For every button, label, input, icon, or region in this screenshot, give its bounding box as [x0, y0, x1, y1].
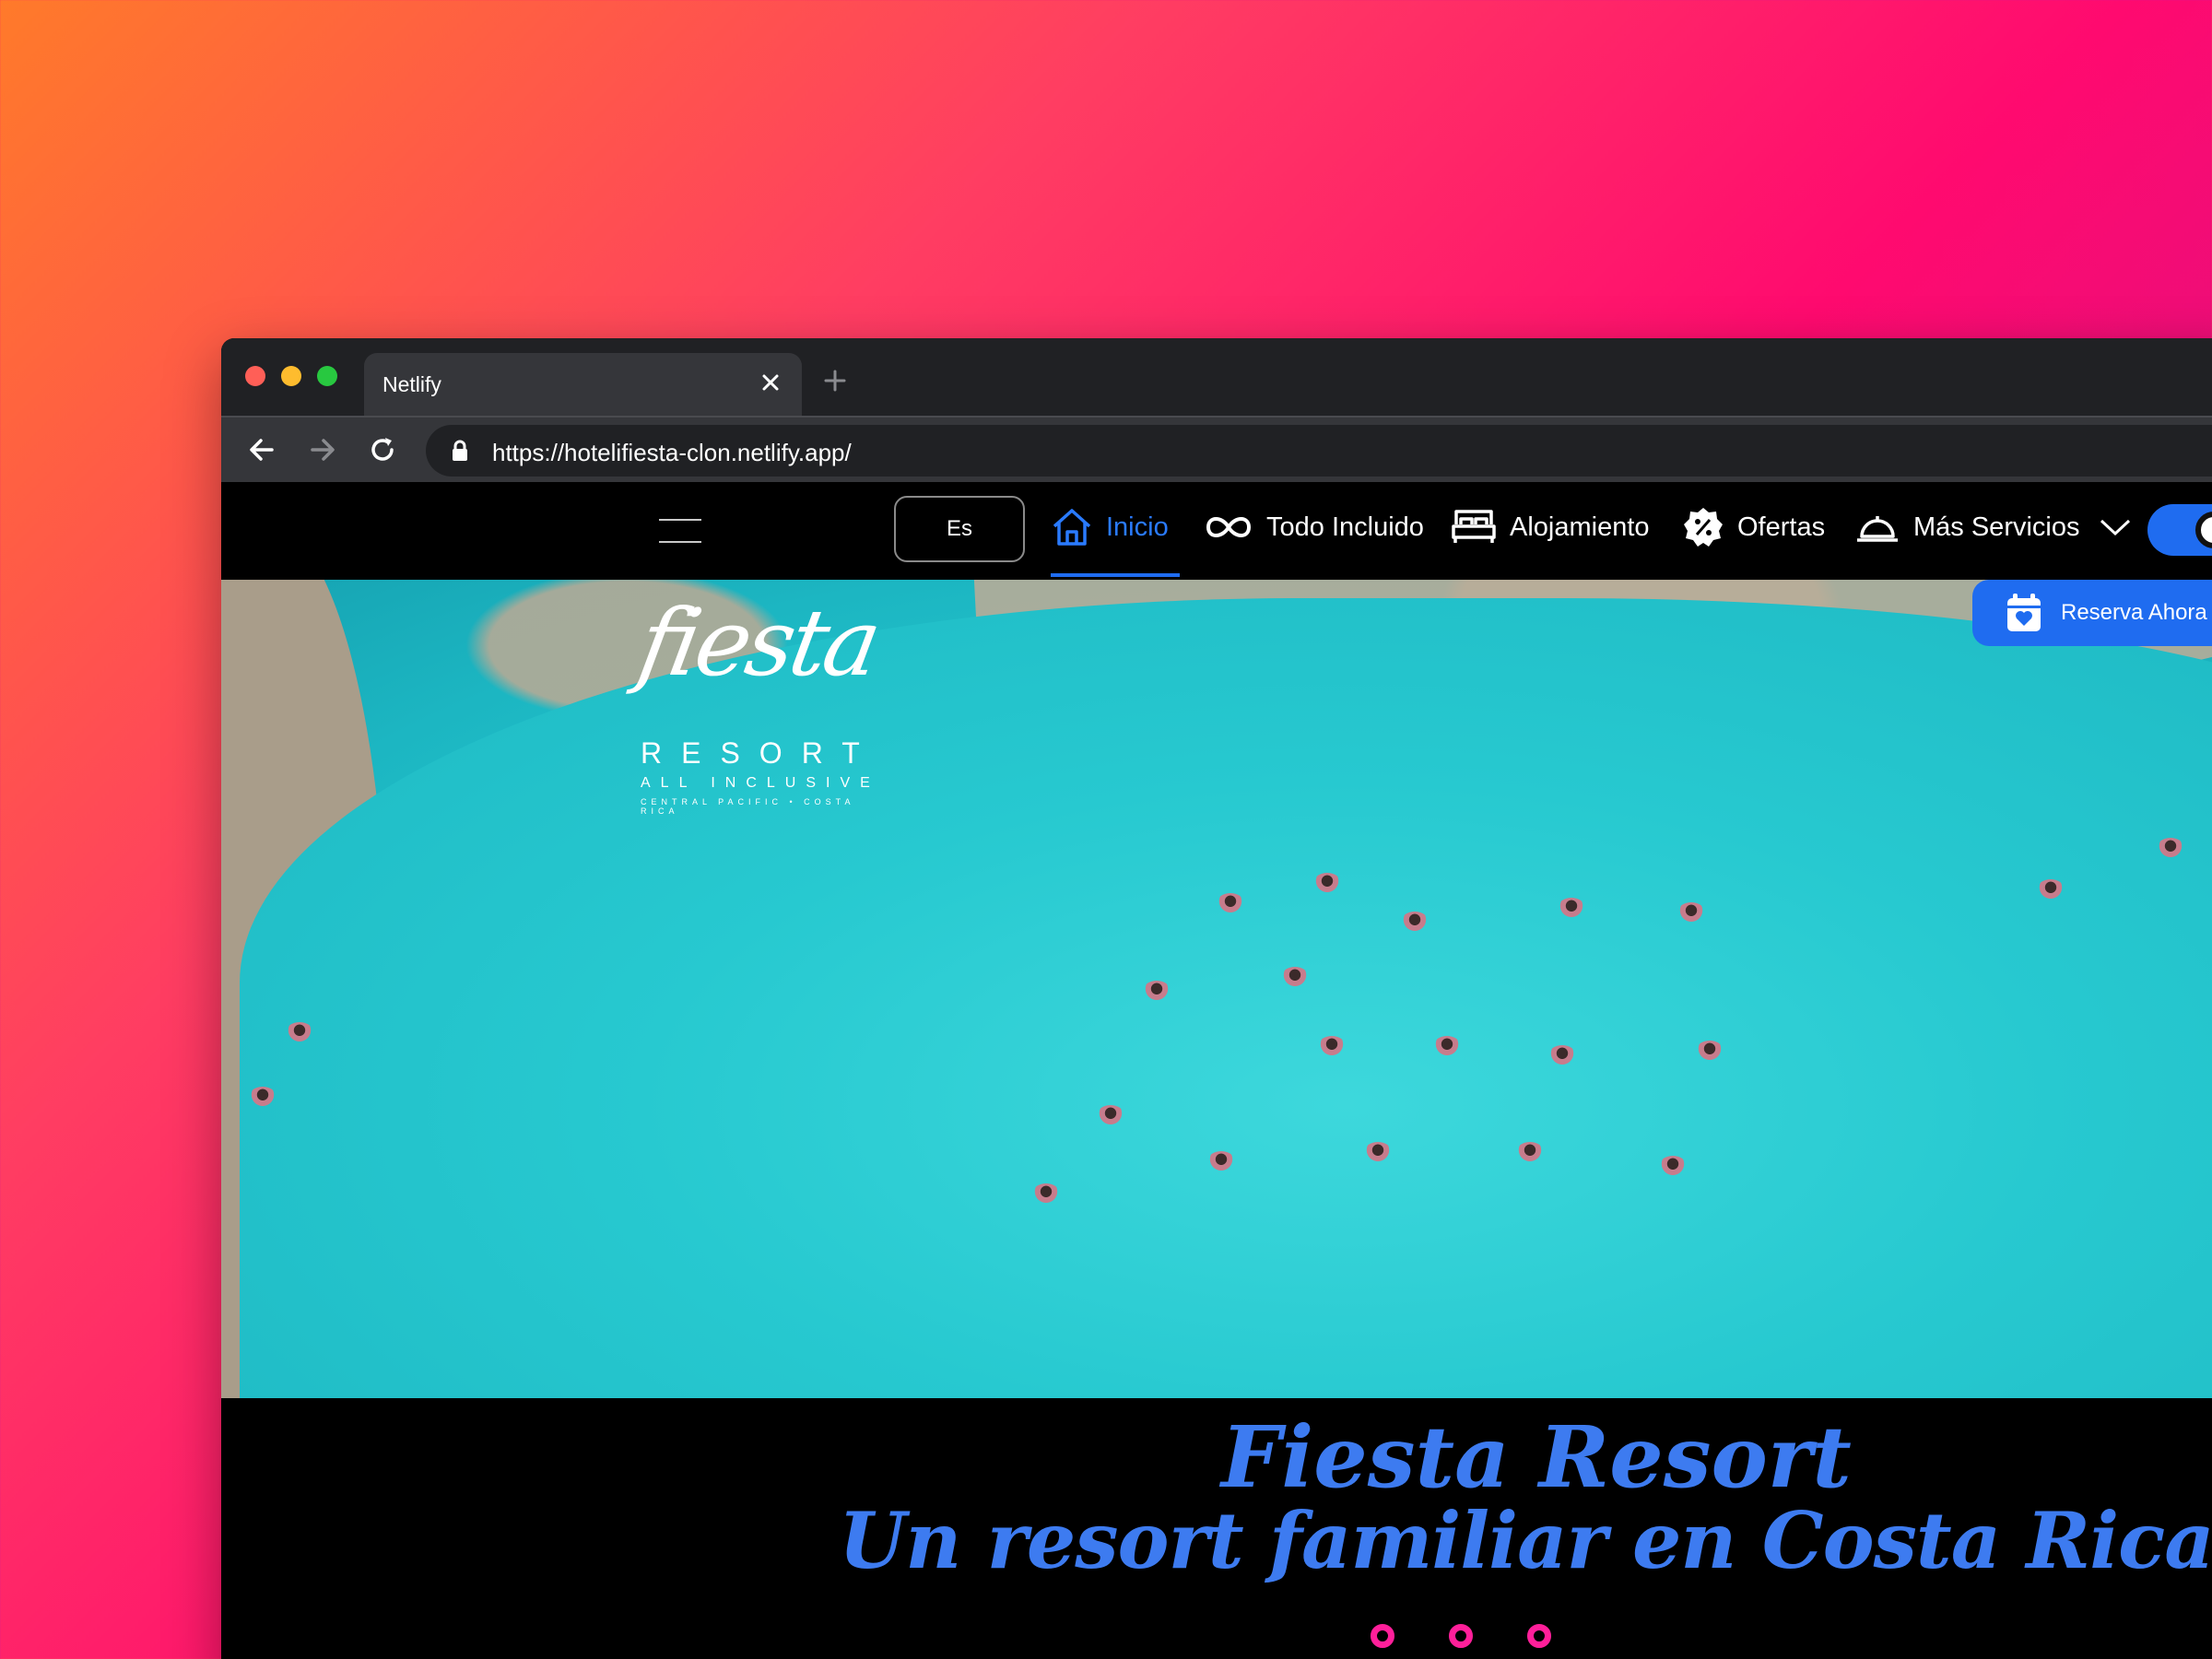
carousel-dot[interactable] — [1449, 1624, 1473, 1648]
swimmer — [286, 1022, 313, 1042]
nav-item-todo-incluido[interactable]: Todo Incluido — [1204, 504, 1424, 550]
nav-label: Inicio — [1106, 512, 1169, 542]
chevron-down-icon — [2100, 519, 2130, 536]
nav-item-alojamiento[interactable]: Alojamiento — [1451, 504, 1650, 550]
headline-subtitle: Un resort familiar en Costa Rica — [839, 1495, 2212, 1586]
swimmer — [1217, 893, 1244, 913]
swimmer — [1696, 1041, 1724, 1061]
logo-script: fiesta — [630, 589, 886, 697]
active-tab-indicator — [1051, 573, 1180, 577]
forward-arrow-icon[interactable] — [305, 432, 340, 467]
toggle-knob — [2195, 512, 2212, 548]
reserva-label: Reserva Ahora — [2061, 600, 2207, 625]
nav-item-inicio[interactable]: Inicio — [1051, 504, 1169, 550]
nav-item-ofertas[interactable]: Ofertas — [1682, 504, 1825, 550]
swimmer — [1143, 981, 1171, 1001]
swimmer — [1207, 1151, 1235, 1171]
language-selector[interactable]: Es — [894, 496, 1025, 562]
browser-toolbar: https://hotelifiesta-clon.netlify.app/ — [221, 416, 2212, 482]
browser-window: Netlify https://hotelifiesta-clon.netlif… — [221, 338, 2212, 1659]
reserva-ahora-button[interactable]: Reserva Ahora — [1972, 580, 2212, 646]
minimize-window-button[interactable] — [281, 366, 301, 386]
close-window-button[interactable] — [245, 366, 265, 386]
swimmer — [1677, 902, 1705, 923]
swimmer — [1433, 1036, 1461, 1056]
lock-icon — [453, 440, 467, 461]
logo-all-inclusive: ALL INCLUSIVE — [641, 775, 880, 791]
home-icon — [1053, 509, 1091, 546]
swimmer — [1659, 1156, 1687, 1176]
swimmer — [1097, 1105, 1124, 1125]
carousel-dot[interactable] — [1371, 1624, 1394, 1648]
swimmer — [1281, 967, 1309, 987]
nav-label: Más Servicios — [1913, 512, 2080, 542]
infinity-icon — [1206, 517, 1252, 537]
swimmer — [1032, 1183, 1060, 1204]
swimmer — [1548, 1045, 1576, 1065]
discount-badge-icon — [1684, 508, 1723, 547]
hero-banner: fiesta RESORT ALL INCLUSIVE CENTRAL PACI… — [221, 580, 2212, 1398]
swimmer — [249, 1087, 276, 1107]
url-text: https://hotelifiesta-clon.netlify.app/ — [492, 439, 852, 466]
hamburger-menu-icon[interactable] — [659, 517, 701, 545]
bed-icon — [1452, 510, 1496, 543]
swimmer — [1313, 873, 1341, 893]
service-bell-icon — [1857, 516, 1898, 542]
tab-strip: Netlify — [221, 338, 2212, 416]
maximize-window-button[interactable] — [317, 366, 337, 386]
theme-toggle-switch[interactable] — [2147, 504, 2212, 556]
nav-label: Alojamiento — [1510, 512, 1650, 542]
swimmer — [1516, 1142, 1544, 1162]
swimmer — [1364, 1142, 1392, 1162]
logo-location: CENTRAL PACIFIC • COSTA RICA — [641, 797, 854, 816]
site-navbar: Es Inicio Todo Incluido Alojamiento Ofer… — [221, 482, 2212, 580]
swimmer — [2157, 838, 2184, 858]
carousel-dot[interactable] — [1527, 1624, 1551, 1648]
back-arrow-icon[interactable] — [244, 432, 279, 467]
swimmer — [2037, 879, 2065, 900]
resort-logo: fiesta RESORT ALL INCLUSIVE CENTRAL PACI… — [631, 589, 886, 816]
logo-resort: RESORT — [641, 736, 879, 770]
close-tab-icon[interactable] — [756, 368, 785, 397]
swimmer — [1318, 1036, 1346, 1056]
nav-label: Todo Incluido — [1266, 512, 1424, 542]
headline-section: Fiesta Resort Un resort familiar en Cost… — [221, 1398, 2212, 1659]
tab-title: Netlify — [382, 372, 441, 396]
nav-label: Ofertas — [1737, 512, 1826, 542]
calendar-heart-icon — [2007, 594, 2041, 631]
reload-icon[interactable] — [365, 432, 400, 467]
swimmer — [1401, 912, 1429, 932]
swimmer — [1558, 898, 1585, 918]
browser-tab[interactable]: Netlify — [364, 353, 802, 416]
nav-item-mas-servicios[interactable]: Más Servicios — [1854, 504, 2147, 550]
headline-title: Fiesta Resort — [1221, 1407, 1852, 1507]
pool-water — [240, 598, 2212, 1398]
address-bar[interactable]: https://hotelifiesta-clon.netlify.app/ — [426, 425, 2212, 477]
new-tab-icon[interactable] — [820, 366, 850, 395]
